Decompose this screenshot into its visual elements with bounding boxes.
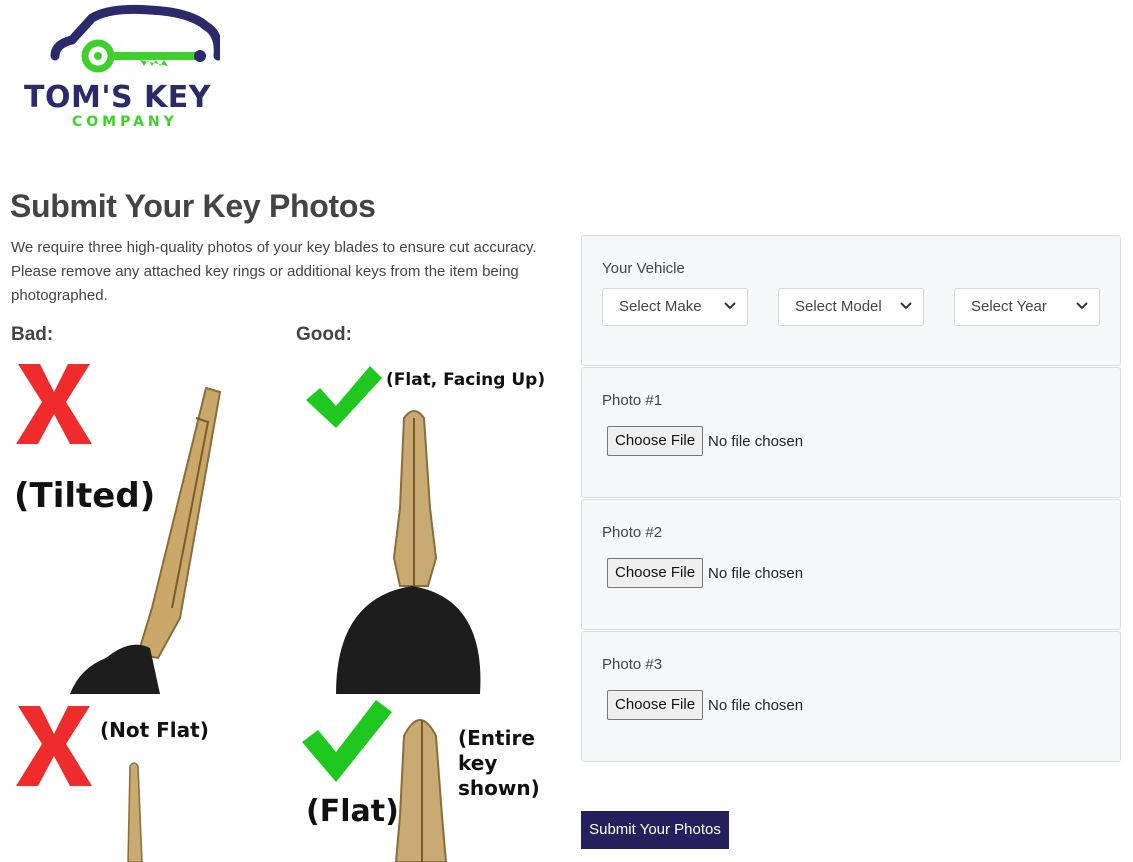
- vehicle-panel: Your Vehicle Select Make Select Model Se…: [581, 235, 1121, 366]
- photo-1-file-status: No file chosen: [708, 432, 804, 450]
- photo-2-choose-file-button[interactable]: Choose File: [607, 558, 704, 588]
- green-check-icon: [302, 700, 392, 782]
- photo-1-file-input[interactable]: Choose File No file chosen: [607, 426, 803, 456]
- photo-3-file-status: No file chosen: [708, 696, 804, 714]
- model-select[interactable]: Select Model: [778, 288, 924, 326]
- caption-flat: (Flat): [306, 794, 399, 829]
- chevron-down-icon: [900, 302, 912, 310]
- model-select-value: Select Model: [795, 298, 882, 315]
- make-select[interactable]: Select Make: [602, 288, 748, 326]
- intro-text: We require three high-quality photos of …: [11, 239, 537, 304]
- photo-1-panel: Photo #1 Choose File No file chosen: [581, 367, 1121, 498]
- good-label: Good:: [296, 324, 352, 345]
- chevron-down-icon: [724, 302, 736, 310]
- caption-tilted: (Tilted): [14, 476, 156, 516]
- good-flat-facing-photo: (Flat, Facing Up): [296, 358, 546, 694]
- photo-3-label: Photo #3: [602, 656, 663, 673]
- red-x-icon: [16, 706, 92, 786]
- photo-2-file-input[interactable]: Choose File No file chosen: [607, 558, 803, 588]
- bad-label: Bad:: [11, 324, 54, 345]
- caption-not-flat: (Not Flat): [100, 718, 209, 742]
- good-flat-entire-photo: (Flat) (Entire key shown): [296, 696, 546, 862]
- year-select[interactable]: Select Year: [954, 288, 1100, 326]
- logo-tagline: COMPANY: [72, 114, 178, 130]
- caption-entire-line2: key: [458, 751, 498, 775]
- chevron-down-icon: [1076, 302, 1088, 310]
- caption-entire-line3: shown): [458, 776, 540, 800]
- company-logo[interactable]: TOM'S KEY COMPANY: [20, 4, 252, 134]
- submit-photos-button[interactable]: Submit Your Photos: [581, 811, 729, 849]
- page-title: Submit Your Key Photos: [10, 188, 376, 224]
- photo-2-file-status: No file chosen: [708, 564, 804, 582]
- make-select-value: Select Make: [619, 298, 702, 315]
- photo-2-panel: Photo #2 Choose File No file chosen: [581, 499, 1121, 630]
- photo-2-label: Photo #2: [602, 524, 663, 541]
- photo-1-choose-file-button[interactable]: Choose File: [607, 426, 704, 456]
- caption-flat-facing-up: (Flat, Facing Up): [386, 370, 546, 390]
- vehicle-label: Your Vehicle: [602, 260, 685, 277]
- photo-3-panel: Photo #3 Choose File No file chosen: [581, 631, 1121, 762]
- car-key-logo-icon: [50, 4, 220, 73]
- year-select-value: Select Year: [971, 298, 1047, 315]
- caption-entire-line1: (Entire: [458, 726, 535, 750]
- photo-3-file-input[interactable]: Choose File No file chosen: [607, 690, 803, 720]
- bad-not-flat-photo: (Not Flat): [10, 696, 295, 862]
- green-check-icon: [306, 366, 382, 428]
- logo-brand-name: TOM'S KEY: [24, 80, 212, 115]
- photo-3-choose-file-button[interactable]: Choose File: [607, 690, 704, 720]
- photo-1-label: Photo #1: [602, 392, 663, 409]
- red-x-icon: [16, 364, 92, 444]
- bad-tilted-photo: (Tilted): [10, 358, 295, 694]
